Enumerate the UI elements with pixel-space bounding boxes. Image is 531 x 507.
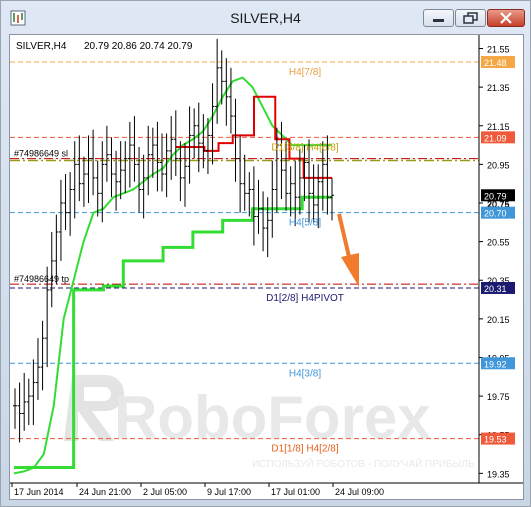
chart-area[interactable]: RoboForex ИСПОЛЬЗУЙ РОБОТОВ - ПОЛУЧАЙ ПР…	[9, 34, 524, 500]
ohlc-bar	[265, 197, 270, 258]
price-chart[interactable]: RoboForex ИСПОЛЬЗУЙ РОБОТОВ - ПОЛУЧАЙ ПР…	[10, 35, 523, 499]
ohlc-bar	[49, 231, 54, 308]
y-tick-label: 20.95	[487, 160, 510, 170]
ohlc-bar	[173, 110, 178, 176]
y-tick-label: 21.15	[487, 122, 510, 132]
close-button[interactable]	[487, 9, 525, 27]
ohlc-bar	[155, 121, 160, 192]
close-icon	[500, 12, 512, 24]
restore-icon	[463, 12, 478, 24]
level-label: H4[3/8]	[289, 368, 321, 379]
ohlc-bar	[160, 133, 165, 192]
y-tick-label: 20.55	[487, 238, 510, 248]
level-label: D1[1/8] H4[2/8]	[271, 444, 338, 455]
y-tick-label: 21.35	[487, 83, 510, 93]
ohlc-bar	[270, 160, 275, 238]
ohlc-bar	[330, 177, 334, 221]
level-price-label: 20.70	[484, 209, 507, 219]
ohlc-bar	[68, 172, 73, 236]
ohlc-bar	[150, 127, 155, 178]
ohlc-bar	[63, 174, 68, 231]
minimize-button[interactable]	[423, 9, 454, 27]
chart-symbol: SILVER,H4	[16, 41, 67, 52]
level-label: H4[7/8]	[289, 67, 321, 78]
ohlc-bar	[86, 135, 91, 203]
ohlc-bar	[192, 108, 197, 159]
ohlc-bar	[13, 388, 17, 429]
ohlc-bar	[247, 172, 252, 217]
ohlc-bar	[261, 191, 266, 252]
ohlc-bar	[109, 137, 114, 198]
ohlc-bar	[169, 116, 174, 180]
ohlc-bar	[104, 125, 109, 182]
order-label: #74986649 sl	[14, 149, 68, 159]
ohlc-bar	[233, 98, 238, 182]
window-titlebar[interactable]: SILVER,H4	[1, 1, 530, 35]
roboforex-watermark: RoboForex ИСПОЛЬЗУЙ РОБОТОВ - ПОЛУЧАЙ ПР…	[64, 375, 475, 470]
ohlc-bar	[95, 160, 100, 217]
ohlc-bar	[132, 116, 137, 182]
level-price-label: 19.53	[484, 435, 507, 445]
level-price-label: 20.31	[484, 284, 507, 294]
minimize-icon	[433, 19, 444, 22]
ohlc-bar	[187, 106, 192, 184]
y-tick-label: 19.75	[487, 392, 510, 402]
ohlc-bar	[293, 160, 298, 227]
level-price-label: 21.09	[484, 133, 507, 143]
level-label: D1[2/8] H4PIVOT	[266, 293, 344, 304]
ohlc-bar	[22, 372, 27, 431]
ohlc-bar	[274, 127, 279, 213]
ohlc-bar	[81, 156, 86, 207]
x-tick-label: 17 Jul 01:00	[271, 487, 320, 497]
ohlc-bar	[72, 141, 77, 219]
ohlc-bar	[137, 147, 142, 213]
ohlc-bar	[17, 382, 22, 443]
watermark-tagline: ИСПОЛЬЗУЙ РОБОТОВ - ПОЛУЧАЙ ПРИБЫЛЬ	[252, 457, 475, 470]
chart-ohlc: 20.79 20.86 20.74 20.79	[84, 41, 193, 52]
ohlc-bar	[242, 154, 247, 211]
ohlc-bar	[251, 166, 256, 246]
ohlc-bar	[31, 359, 36, 426]
ohlc-bar	[77, 135, 82, 202]
y-tick-label: 21.55	[487, 45, 510, 55]
ohlc-bar	[127, 121, 132, 188]
y-tick-label: 19.35	[487, 469, 510, 479]
ohlc-bar	[228, 67, 233, 134]
ohlc-bar	[58, 179, 63, 261]
level-label: D1[3/8] H4[6/8]	[271, 142, 338, 153]
order-label: #74986649 tp	[14, 274, 69, 284]
ohlc-bar	[35, 338, 40, 400]
maximize-button[interactable]	[455, 9, 486, 27]
ohlc-bar	[26, 378, 31, 426]
ohlc-bar	[91, 129, 96, 196]
ohlc-bar	[311, 164, 316, 223]
watermark-brand: RoboForex	[114, 384, 431, 451]
ohlc-bar	[123, 141, 128, 194]
ohlc-bar	[210, 83, 215, 165]
level-price-label: 21.48	[484, 58, 507, 68]
y-tick-label: 20.15	[487, 315, 510, 325]
ohlc-bar	[238, 135, 243, 213]
level-price-label: 19.92	[484, 359, 507, 369]
ohlc-bar	[256, 179, 261, 234]
ohlc-bar	[40, 320, 45, 391]
x-tick-label: 9 Jul 17:00	[207, 487, 251, 497]
ohlc-bar	[182, 143, 187, 207]
ohlc-bar	[141, 154, 146, 219]
x-tick-label: 24 Jul 09:00	[335, 487, 384, 497]
level-label: H4[5/8]	[289, 218, 321, 229]
current-price-label: 20.79	[484, 191, 507, 201]
x-tick-label: 24 Jun 21:00	[79, 487, 131, 497]
chart-window: SILVER,H4 RoboForex ИСПОЛЬЗУЙ РОБОТОВ - …	[0, 0, 531, 507]
x-tick-label: 2 Jul 05:00	[143, 487, 187, 497]
x-tick-label: 17 Jun 2014	[14, 487, 64, 497]
ohlc-bar	[118, 141, 123, 200]
forecast-arrow	[337, 213, 359, 287]
